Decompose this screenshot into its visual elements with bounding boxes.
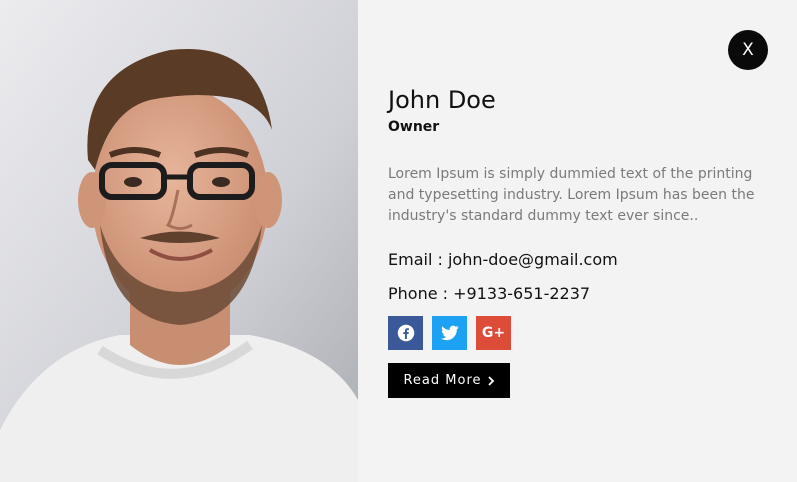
close-button[interactable]: X [728, 30, 768, 70]
twitter-icon [440, 325, 459, 341]
profile-role: Owner [388, 119, 440, 135]
googleplus-button[interactable]: G+ [476, 316, 511, 350]
close-icon: X [742, 40, 754, 60]
facebook-button[interactable] [388, 316, 423, 350]
profile-name: John Doe [388, 86, 496, 114]
facebook-icon [397, 324, 414, 342]
profile-details: X John Doe Owner Lorem Ipsum is simply d… [358, 0, 797, 482]
read-more-button[interactable]: Read More [388, 363, 510, 398]
twitter-button[interactable] [432, 316, 467, 350]
googleplus-icon: G+ [481, 325, 506, 341]
portrait-illustration [0, 0, 358, 482]
read-more-label: Read More [403, 373, 482, 388]
profile-card: X John Doe Owner Lorem Ipsum is simply d… [0, 0, 797, 482]
chevron-right-icon [487, 375, 494, 386]
profile-bio: Lorem Ipsum is simply dummied text of th… [388, 166, 755, 224]
profile-email[interactable]: Email : john-doe@gmail.com [388, 250, 618, 269]
profile-photo [0, 0, 358, 482]
social-links: G+ [388, 316, 511, 350]
profile-phone[interactable]: Phone : +9133-651-2237 [388, 284, 590, 303]
